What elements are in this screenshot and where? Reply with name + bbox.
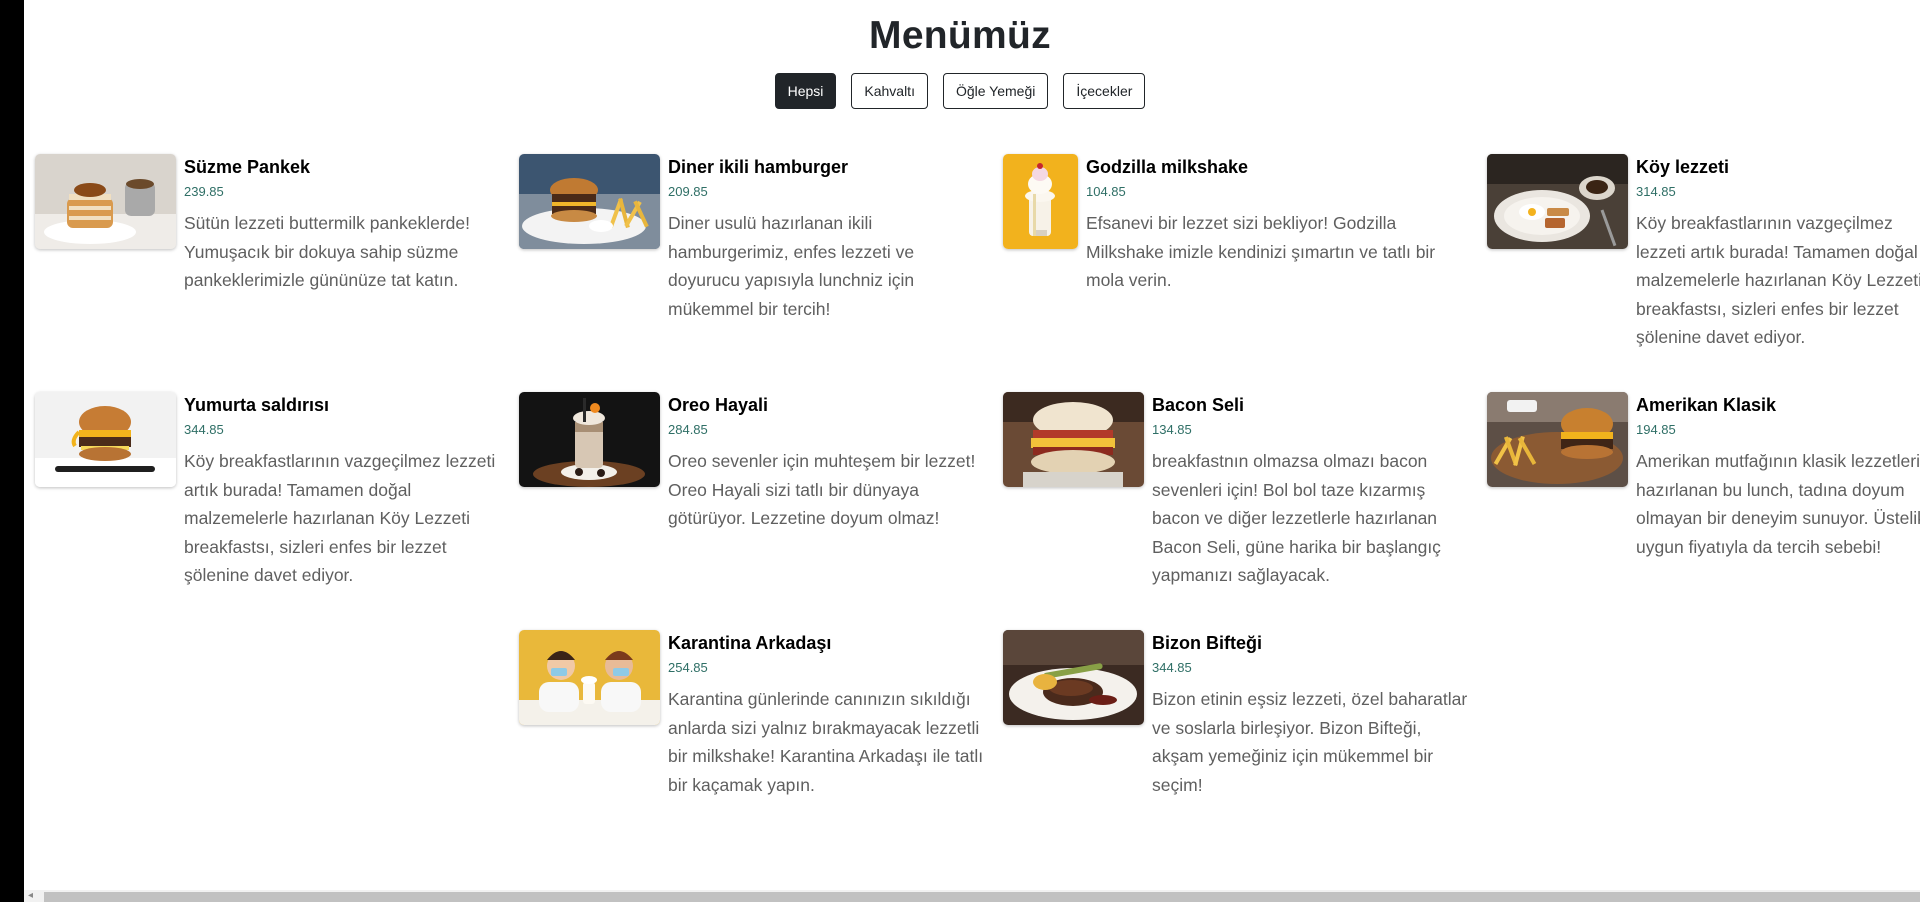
egg-burger-image: [35, 392, 176, 487]
item-price: 239.85: [184, 184, 224, 199]
bacon-sandwich-image: [1003, 392, 1144, 487]
pancake-stack-image: [35, 154, 176, 249]
item-description: Amerikan mutfağının klasik lezzetleriyle…: [1636, 451, 1920, 557]
item-name: Diner ikili hamburger: [668, 157, 849, 177]
item-name: Yumurta saldırısı: [184, 395, 330, 415]
item-price: 314.85: [1636, 184, 1676, 199]
bison-steak-plate-image: [1003, 630, 1144, 725]
filter-drinks-button[interactable]: İçecekler: [1063, 73, 1146, 109]
oreo-milkshake-image: [519, 392, 660, 487]
page-title: Menümüz: [869, 14, 1051, 57]
item-description: Köy breakfastlarının vazgeçilmez lezzeti…: [184, 451, 496, 585]
item-description: Efsanevi bir lezzet sizi bekliyor! Godzi…: [1086, 213, 1436, 290]
menu-item: Karantina Arkadaşı 254.85 Karantina günl…: [519, 630, 989, 799]
item-name: Karantina Arkadaşı: [668, 633, 832, 653]
scroll-left-arrow-icon[interactable]: ◂: [28, 891, 33, 901]
burger-and-fries-board-image: [1487, 392, 1628, 487]
item-price: 134.85: [1152, 422, 1192, 437]
menu-item: Oreo Hayali 284.85 Oreo sevenler için mu…: [519, 392, 989, 533]
filter-breakfast-button[interactable]: Kahvaltı: [851, 73, 928, 109]
scrollbar-thumb[interactable]: [44, 892, 1920, 902]
item-description: Köy breakfastlarının vazgeçilmez lezzeti…: [1636, 213, 1920, 347]
item-price: 194.85: [1636, 422, 1676, 437]
breakfast-plate-image: [1487, 154, 1628, 249]
left-edge-strip: [0, 0, 24, 902]
menu-page: Menümüz Hepsi Kahvaltı Öğle Yemeği İçece…: [24, 0, 1920, 902]
item-description: Diner usulü hazırlanan ikili hamburgerim…: [668, 213, 915, 319]
category-filter-bar: Hepsi Kahvaltı Öğle Yemeği İçecekler: [24, 73, 1920, 109]
item-price: 284.85: [668, 422, 708, 437]
item-description: Oreo sevenler için muhteşem bir lezzet! …: [668, 451, 976, 528]
item-name: Bacon Seli: [1152, 395, 1245, 415]
item-name: Amerikan Klasik: [1636, 395, 1777, 415]
filter-all-button[interactable]: Hepsi: [774, 73, 837, 109]
menu-item: Köy lezzeti 314.85 Köy breakfastlarının …: [1487, 154, 1920, 352]
menu-item: Amerikan Klasik 194.85 Amerikan mutfağın…: [1487, 392, 1920, 561]
item-description: breakfastnın olmazsa olmazı bacon sevenl…: [1152, 451, 1441, 585]
item-price: 209.85: [668, 184, 708, 199]
menu-item: Bizon Bifteği 344.85 Bizon etinin eşsiz …: [1003, 630, 1473, 799]
menu-item: Süzme Pankek 239.85 Sütün lezzeti butter…: [35, 154, 505, 295]
item-description: Karantina günlerinde canınızın sıkıldığı…: [668, 689, 984, 795]
menu-item: Godzilla milkshake 104.85 Efsanevi bir l…: [1003, 154, 1473, 295]
item-price: 254.85: [668, 660, 708, 675]
menu-item: Diner ikili hamburger 209.85 Diner usulü…: [519, 154, 989, 323]
double-burger-with-fries-image: [519, 154, 660, 249]
filter-lunch-button[interactable]: Öğle Yemeği: [942, 73, 1049, 109]
item-name: Oreo Hayali: [668, 395, 769, 415]
horizontal-scrollbar[interactable]: ◂: [24, 890, 1920, 902]
milkshake-on-yellow-image: [1003, 154, 1078, 249]
item-description: Bizon etinin eşsiz lezzeti, özel baharat…: [1152, 689, 1468, 795]
item-price: 344.85: [1152, 660, 1192, 675]
menu-item: Yumurta saldırısı 344.85 Köy breakfastla…: [35, 392, 505, 590]
item-name: Godzilla milkshake: [1086, 157, 1249, 177]
item-name: Bizon Bifteği: [1152, 633, 1262, 653]
item-price: 344.85: [184, 422, 224, 437]
item-price: 104.85: [1086, 184, 1126, 199]
item-name: Süzme Pankek: [184, 157, 311, 177]
menu-item: Bacon Seli 134.85 breakfastnın olmazsa o…: [1003, 392, 1473, 590]
item-description: Sütün lezzeti buttermilk pankeklerde! Yu…: [184, 213, 470, 290]
item-name: Köy lezzeti: [1636, 157, 1730, 177]
couple-sharing-milkshake-image: [519, 630, 660, 725]
